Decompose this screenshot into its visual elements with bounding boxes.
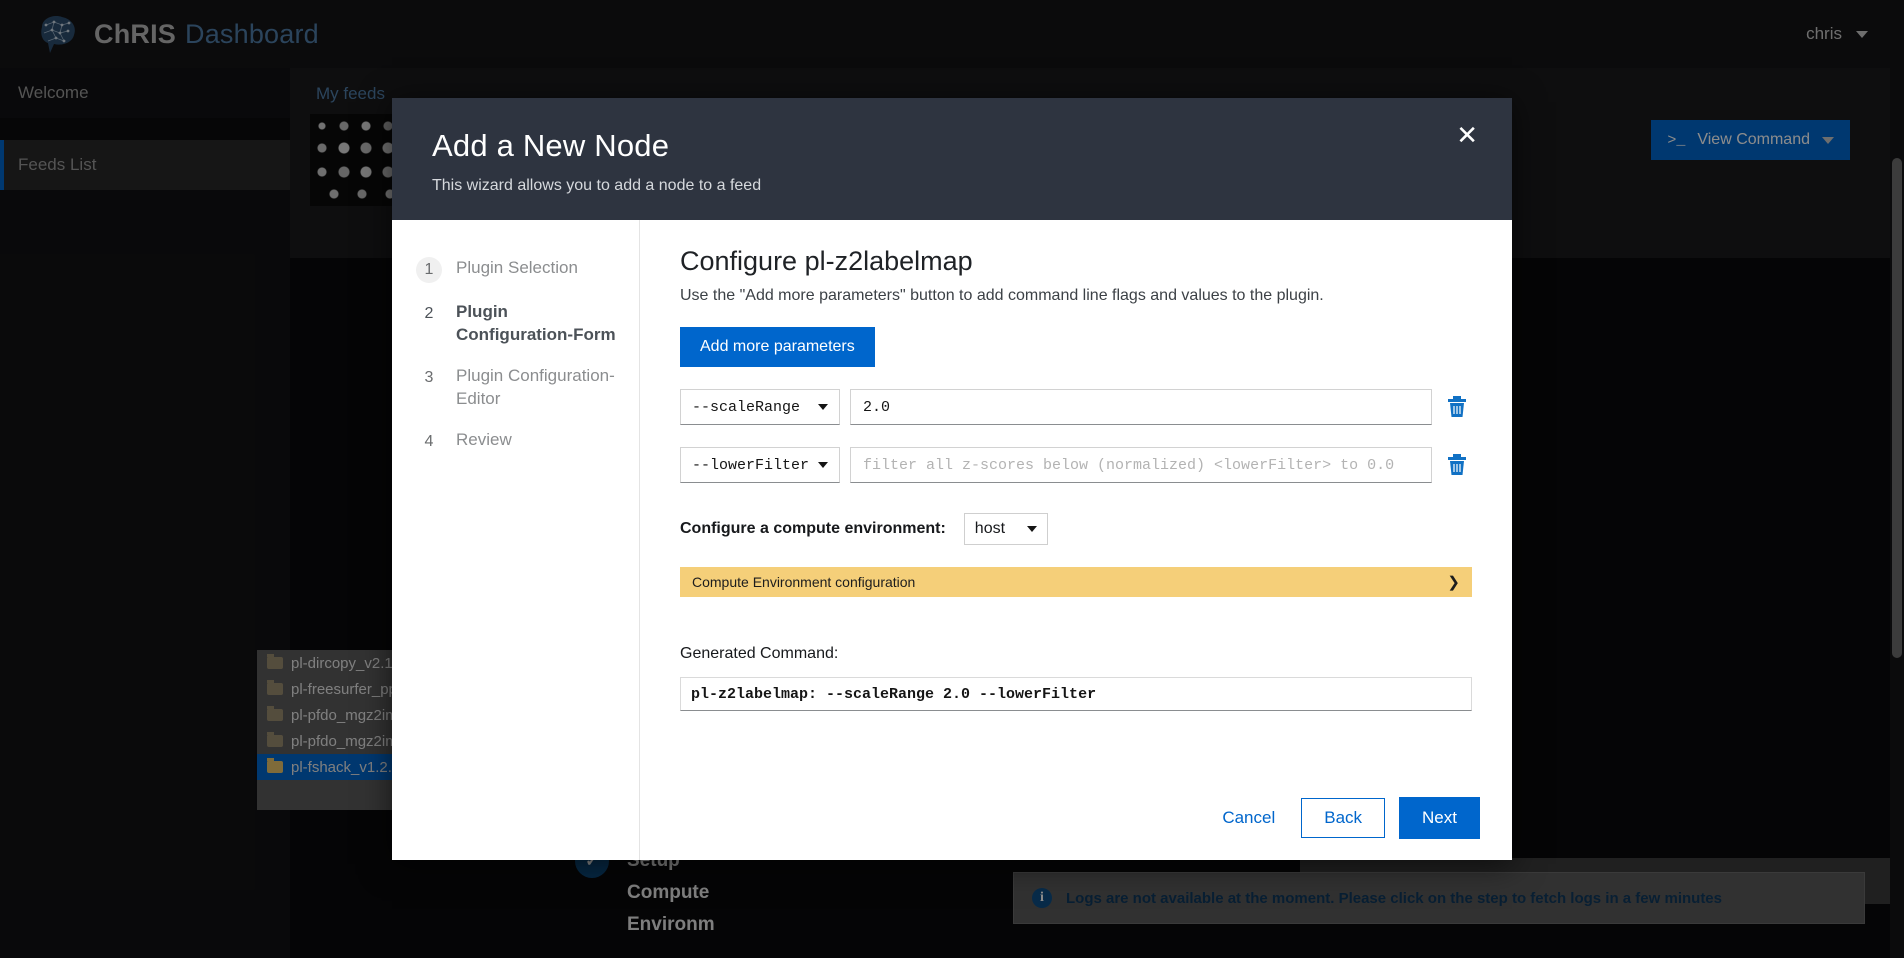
wizard-step-configuration-editor[interactable]: 3 Plugin Configuration-Editor — [392, 356, 639, 420]
compute-environment-row: Configure a compute environment: host — [680, 513, 1472, 545]
modal-subtitle: This wizard allows you to add a node to … — [432, 177, 762, 194]
delete-parameter-button[interactable] — [1442, 453, 1472, 477]
chevron-down-icon — [1026, 526, 1037, 532]
step-label: Plugin Selection — [456, 258, 578, 277]
modal-body: 1 Plugin Selection 2 Plugin Configuratio… — [392, 220, 1512, 860]
trash-icon — [1448, 454, 1466, 475]
close-icon[interactable]: ✕ — [1456, 122, 1478, 148]
next-button[interactable]: Next — [1399, 797, 1480, 839]
step-label: Plugin Configuration-Form — [456, 302, 616, 344]
cancel-button[interactable]: Cancel — [1210, 800, 1287, 836]
parameter-value-input[interactable] — [850, 447, 1432, 483]
step-label: Review — [456, 429, 512, 449]
compute-environment-select[interactable]: host — [963, 513, 1048, 545]
wizard-step-plugin-selection[interactable]: 1 Plugin Selection — [392, 248, 639, 292]
parameter-flag-value: --lowerFilter — [692, 456, 810, 474]
parameter-flag-select[interactable]: --lowerFilter — [680, 447, 840, 483]
parameter-row: --lowerFilter — [680, 447, 1472, 483]
page-description: Use the "Add more parameters" button to … — [680, 287, 1324, 304]
wizard-step-review[interactable]: 4 Review — [392, 420, 639, 464]
compute-environment-value: host — [974, 520, 1006, 537]
trash-icon — [1448, 396, 1466, 417]
wizard-step-configuration-form[interactable]: 2 Plugin Configuration-Form — [392, 292, 639, 356]
chevron-down-icon — [818, 462, 828, 468]
chevron-down-icon — [818, 404, 828, 410]
compute-environment-label: Configure a compute environment: — [680, 520, 946, 537]
delete-parameter-button[interactable] — [1442, 395, 1472, 419]
step-number: 3 — [424, 368, 434, 386]
parameter-row: --scaleRange — [680, 389, 1472, 425]
parameter-flag-select[interactable]: --scaleRange — [680, 389, 840, 425]
modal-title: Add a New Node — [432, 128, 670, 163]
add-more-parameters-button[interactable]: Add more parameters — [680, 327, 875, 367]
step-number: 2 — [424, 305, 434, 322]
step-label: Plugin Configuration-Editor — [456, 365, 615, 408]
compute-environment-config-banner[interactable]: Compute Environment configuration ❯ — [680, 567, 1472, 597]
parameter-flag-value: --scaleRange — [692, 398, 801, 416]
parameter-value-input[interactable] — [850, 389, 1432, 425]
add-node-modal: Add a New Node This wizard allows you to… — [392, 98, 1512, 860]
chevron-right-icon: ❯ — [1447, 574, 1460, 591]
step-number: 4 — [424, 432, 434, 450]
modal-header: Add a New Node This wizard allows you to… — [392, 98, 1512, 220]
generated-command-label: Generated Command: — [680, 645, 839, 662]
page-title: Configure pl-z2labelmap — [680, 246, 973, 276]
wizard-main-panel: Configure pl-z2labelmap Use the "Add mor… — [640, 220, 1512, 860]
generated-command-value: pl-z2labelmap: --scaleRange 2.0 --lowerF… — [680, 677, 1472, 711]
app-root: ChRIS Dashboard chris Welcome Feeds List … — [0, 0, 1904, 958]
step-number: 1 — [416, 257, 442, 283]
compute-banner-label: Compute Environment configuration — [692, 574, 916, 590]
back-button[interactable]: Back — [1301, 798, 1386, 838]
modal-footer: Cancel Back Next — [640, 776, 1512, 860]
wizard-step-nav: 1 Plugin Selection 2 Plugin Configuratio… — [392, 220, 640, 860]
